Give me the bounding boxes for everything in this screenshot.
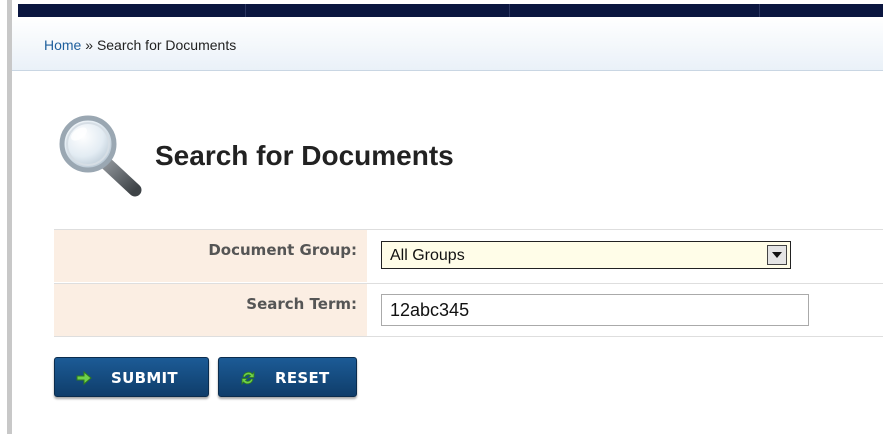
page-title: Search for Documents bbox=[155, 140, 454, 171]
breadcrumb-bar: Home » Search for Documents bbox=[12, 17, 883, 71]
top-nav-segment bbox=[18, 4, 246, 17]
magnifier-icon bbox=[55, 112, 143, 200]
document-group-selected-value: All Groups bbox=[390, 247, 465, 264]
document-group-label-cell: Document Group: bbox=[54, 230, 367, 282]
document-group-label: Document Group: bbox=[208, 241, 357, 259]
top-nav-segment bbox=[760, 4, 883, 17]
breadcrumb-current: Search for Documents bbox=[96, 37, 237, 53]
page-left-border bbox=[0, 0, 12, 434]
top-nav-strip bbox=[18, 4, 883, 17]
breadcrumb-home-link[interactable]: Home bbox=[44, 37, 81, 53]
search-term-input[interactable] bbox=[381, 294, 809, 326]
breadcrumb-separator: » bbox=[81, 37, 97, 53]
reset-button[interactable]: RESET bbox=[218, 357, 357, 397]
top-nav-segment bbox=[246, 4, 510, 17]
search-term-label: Search Term: bbox=[246, 295, 357, 313]
top-nav-bar bbox=[12, 0, 883, 17]
document-group-select[interactable]: All Groups bbox=[381, 241, 791, 269]
document-group-row: Document Group: All Groups bbox=[54, 229, 883, 282]
arrow-right-icon bbox=[75, 369, 93, 387]
search-term-label-cell: Search Term: bbox=[54, 284, 367, 336]
submit-button-label: SUBMIT bbox=[111, 369, 178, 387]
breadcrumb: Home » Search for Documents bbox=[44, 37, 236, 53]
refresh-icon bbox=[239, 369, 257, 387]
chevron-down-icon[interactable] bbox=[767, 245, 787, 265]
submit-button[interactable]: SUBMIT bbox=[54, 357, 209, 397]
search-term-row: Search Term: bbox=[54, 283, 883, 337]
reset-button-label: RESET bbox=[275, 369, 330, 387]
top-nav-segment bbox=[510, 4, 760, 17]
